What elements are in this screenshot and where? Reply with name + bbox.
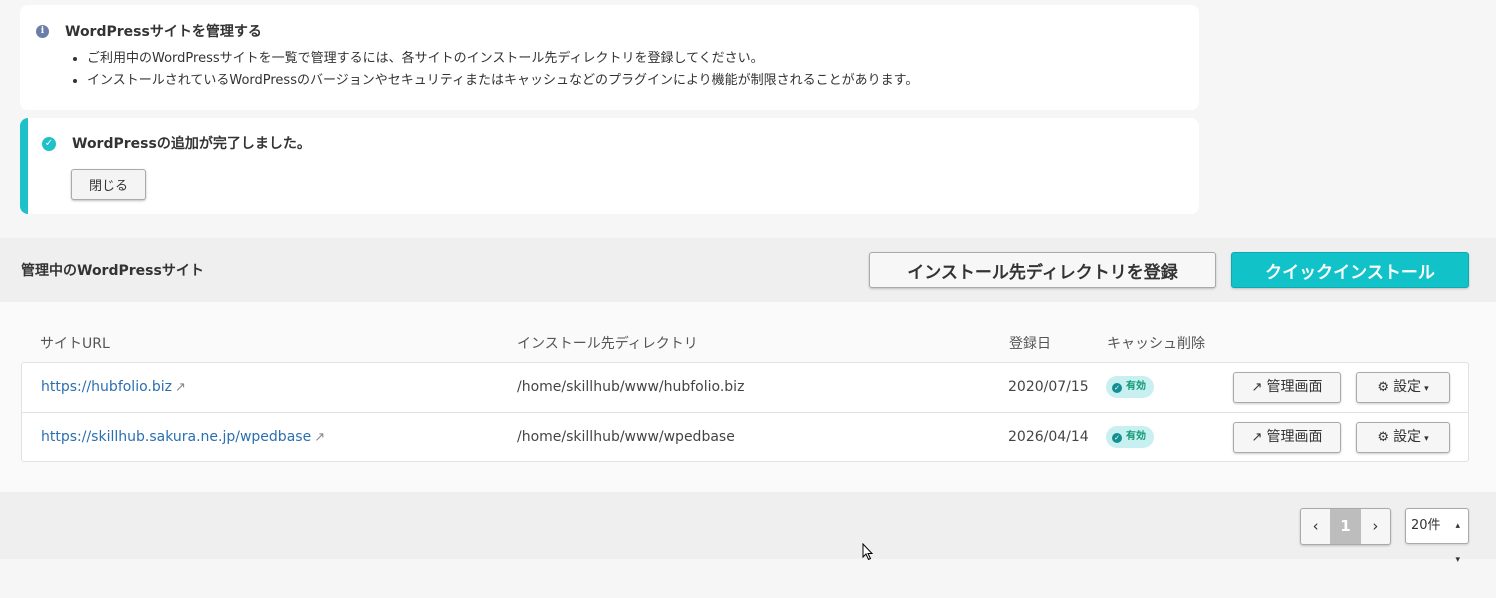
success-message: WordPressの追加が完了しました。 bbox=[72, 136, 311, 152]
info-list: ご利用中のWordPressサイトを一覧で管理するには、各サイトのインストール先… bbox=[87, 50, 918, 94]
check-icon: ✓ bbox=[1112, 433, 1122, 443]
column-header-url: サイトURL bbox=[40, 336, 110, 352]
gear-icon: ⚙ bbox=[1377, 430, 1390, 445]
prev-page-button[interactable]: ‹ bbox=[1301, 509, 1330, 544]
external-link-icon: ↗ bbox=[1251, 380, 1263, 395]
admin-panel-button[interactable]: ↗ 管理画面 bbox=[1233, 422, 1341, 453]
registered-date: 2026/04/14 bbox=[1008, 429, 1089, 445]
pagination: ‹ 1 › bbox=[1300, 508, 1391, 545]
cache-status-badge: ✓ 有効 bbox=[1106, 376, 1154, 398]
chevron-left-icon: ‹ bbox=[1312, 517, 1319, 535]
install-directory: /home/skillhub/www/wpedbase bbox=[517, 429, 735, 445]
settings-dropdown-button[interactable]: ⚙ 設定 ▾ bbox=[1356, 422, 1450, 453]
sites-table: サイトURL インストール先ディレクトリ 登録日 キャッシュ削除 https:/… bbox=[0, 302, 1496, 492]
page-number-current[interactable]: 1 bbox=[1330, 509, 1361, 544]
check-circle-icon: ✓ bbox=[42, 137, 56, 151]
chevron-down-icon: ▾ bbox=[1424, 434, 1429, 444]
cache-status-badge: ✓ 有効 bbox=[1106, 426, 1154, 448]
chevron-right-icon: › bbox=[1372, 517, 1379, 535]
settings-dropdown-button[interactable]: ⚙ 設定 ▾ bbox=[1356, 372, 1450, 403]
info-icon: i bbox=[36, 25, 49, 38]
column-header-directory: インストール先ディレクトリ bbox=[517, 336, 698, 352]
info-panel: i WordPressサイトを管理する ご利用中のWordPressサイトを一覧… bbox=[20, 5, 1199, 110]
close-button[interactable]: 閉じる bbox=[71, 169, 146, 200]
select-arrows-icon: ▴ ▾ bbox=[1455, 521, 1460, 565]
per-page-select[interactable]: 20件 ▴ ▾ bbox=[1405, 508, 1469, 565]
column-header-date: 登録日 bbox=[1009, 336, 1051, 352]
section-title: 管理中のWordPressサイト bbox=[21, 263, 204, 279]
site-url-link[interactable]: https://skillhub.sakura.ne.jp/wpedbase bbox=[41, 429, 311, 445]
quick-install-button[interactable]: クイックインストール bbox=[1231, 252, 1469, 288]
external-link-icon: ↗ bbox=[174, 380, 186, 395]
register-directory-button[interactable]: インストール先ディレクトリを登録 bbox=[869, 252, 1216, 288]
registered-date: 2020/07/15 bbox=[1008, 379, 1089, 395]
section-header: 管理中のWordPressサイト インストール先ディレクトリを登録 クイックイン… bbox=[0, 238, 1496, 302]
external-link-icon: ↗ bbox=[314, 430, 326, 445]
check-icon: ✓ bbox=[1112, 383, 1122, 393]
table-row: https://hubfolio.biz ↗ /home/skillhub/www… bbox=[22, 363, 1468, 413]
table-footer: ‹ 1 › 20件 ▴ ▾ bbox=[0, 492, 1496, 565]
site-url-link[interactable]: https://hubfolio.biz bbox=[41, 379, 172, 395]
next-page-button[interactable]: › bbox=[1361, 509, 1390, 544]
mouse-cursor-icon bbox=[862, 543, 874, 561]
admin-panel-button[interactable]: ↗ 管理画面 bbox=[1233, 372, 1341, 403]
info-item: ご利用中のWordPressサイトを一覧で管理するには、各サイトのインストール先… bbox=[87, 50, 918, 72]
column-header-cache: キャッシュ削除 bbox=[1107, 336, 1205, 352]
table-row: https://skillhub.sakura.ne.jp/wpedbase ↗ … bbox=[22, 412, 1468, 462]
info-title: WordPressサイトを管理する bbox=[65, 24, 262, 40]
success-notice: ✓ WordPressの追加が完了しました。 閉じる bbox=[20, 118, 1199, 214]
per-page-value: 20件 bbox=[1411, 518, 1441, 533]
install-directory: /home/skillhub/www/hubfolio.biz bbox=[517, 379, 745, 395]
gear-icon: ⚙ bbox=[1377, 380, 1390, 395]
chevron-down-icon: ▾ bbox=[1424, 384, 1429, 394]
external-link-icon: ↗ bbox=[1251, 430, 1263, 445]
info-item: インストールされているWordPressのバージョンやセキュリティまたはキャッシ… bbox=[87, 72, 918, 94]
table-body: https://hubfolio.biz ↗ /home/skillhub/www… bbox=[21, 362, 1469, 462]
